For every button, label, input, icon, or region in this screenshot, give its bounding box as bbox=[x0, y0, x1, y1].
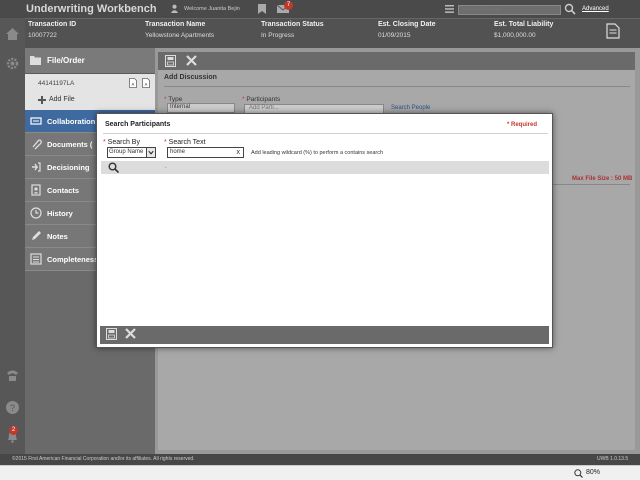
type-label-text: Type bbox=[168, 96, 183, 103]
menu-item-label: Contacts bbox=[47, 186, 80, 195]
zoom-level[interactable]: 80% bbox=[586, 469, 600, 476]
clock-icon bbox=[30, 207, 42, 219]
paperclip-icon bbox=[32, 139, 42, 150]
clear-icon[interactable]: x bbox=[237, 148, 241, 157]
search-content-input[interactable] bbox=[458, 5, 561, 15]
svg-text:A: A bbox=[132, 82, 135, 87]
notification-badge: 2 bbox=[9, 426, 18, 435]
collaboration-icon bbox=[30, 117, 42, 125]
type-label: * Type bbox=[164, 96, 182, 103]
add-discussion-title: Add Discussion bbox=[164, 74, 217, 81]
menu-item-label: Completeness bbox=[47, 255, 99, 264]
closing-date-label: Est. Closing Date bbox=[378, 21, 436, 28]
notes-icon bbox=[32, 231, 41, 240]
pdf-icon[interactable]: A bbox=[129, 78, 137, 88]
search-by-label: * Search By bbox=[103, 139, 140, 146]
closing-date: Est. Closing Date 01/09/2015 bbox=[378, 21, 436, 39]
divider bbox=[164, 86, 630, 87]
add-file-icon bbox=[38, 96, 46, 104]
svg-text:A: A bbox=[145, 82, 148, 87]
discussion-toolbar bbox=[158, 52, 635, 70]
phone-icon[interactable] bbox=[5, 368, 20, 383]
search-by-label-text: Search By bbox=[107, 139, 140, 146]
app-header: Underwriting Workbench Welcome Juanita B… bbox=[0, 0, 640, 48]
type-select[interactable]: Internal bbox=[167, 103, 235, 113]
checklist-icon bbox=[30, 253, 42, 265]
search-icon[interactable] bbox=[108, 162, 119, 173]
menu-icon[interactable] bbox=[445, 5, 454, 13]
transaction-name-label: Transaction Name bbox=[145, 21, 206, 28]
participants-label: * Participants bbox=[242, 96, 280, 103]
transaction-status-label: Transaction Status bbox=[261, 21, 324, 28]
max-file-size: Max File Size : 50 MB bbox=[572, 176, 633, 182]
search-participants-dialog: Search Participants * Required * Search … bbox=[96, 113, 553, 348]
advanced-search-link[interactable]: Advanced bbox=[582, 6, 609, 12]
document-icon[interactable] bbox=[606, 23, 620, 39]
participants-label-text: Participants bbox=[246, 96, 281, 103]
menu-item-label: History bbox=[47, 209, 73, 218]
copyright: ©2015 First American Financial Corporati… bbox=[12, 456, 195, 462]
search-by-select[interactable]: Group Name bbox=[107, 147, 156, 158]
required-note: * Required bbox=[507, 122, 538, 128]
transaction-status: Transaction Status In Progress bbox=[261, 21, 324, 39]
search-text-label: * Search Text bbox=[164, 139, 206, 146]
search-by-value: Group Name bbox=[109, 149, 144, 155]
transaction-summary: Transaction ID 10007722 Transaction Name… bbox=[0, 18, 640, 48]
home-icon[interactable] bbox=[5, 26, 20, 41]
search-people-link[interactable]: Search People bbox=[391, 105, 430, 111]
total-liability-label: Est. Total Liability bbox=[494, 21, 554, 28]
closing-date-value: 01/09/2015 bbox=[378, 32, 411, 39]
search-text-input[interactable]: home x bbox=[167, 147, 244, 158]
add-file-button[interactable]: Add File bbox=[49, 96, 75, 103]
menu-item-label: Collaboration bbox=[47, 117, 96, 126]
app-title: Underwriting Workbench bbox=[26, 3, 157, 15]
svg-text:?: ? bbox=[10, 403, 15, 413]
pdf-icon[interactable]: A bbox=[142, 78, 150, 88]
total-liability-value: $1,000,000.00 bbox=[494, 32, 536, 39]
file-order-panel: 44141197LA A A Add File bbox=[25, 74, 155, 110]
wildcard-hint: Add leading wildcard (%) to perform a co… bbox=[251, 150, 384, 156]
menu-item-label: Documents ( bbox=[47, 140, 93, 149]
menu-item-label: Decisioning bbox=[47, 163, 90, 172]
dialog-toolbar bbox=[100, 326, 549, 344]
file-order-header[interactable]: File/Order bbox=[25, 48, 155, 74]
folder-icon bbox=[30, 56, 41, 65]
transaction-id: Transaction ID 10007722 bbox=[28, 21, 76, 39]
divider bbox=[103, 133, 548, 134]
transaction-name-value: Yellowstone Apartments bbox=[145, 32, 215, 39]
mail-count-badge: 7 bbox=[284, 1, 293, 10]
close-icon[interactable] bbox=[186, 55, 197, 66]
search-text-value: home bbox=[170, 149, 186, 155]
save-icon[interactable] bbox=[165, 55, 176, 67]
file-order-label: File/Order bbox=[47, 56, 85, 65]
search-results-bar: . bbox=[101, 161, 549, 174]
gear-icon[interactable] bbox=[5, 56, 20, 71]
user-icon bbox=[170, 4, 179, 13]
version: UWB 1.0.13.5 bbox=[597, 456, 629, 462]
file-number[interactable]: 44141197LA bbox=[38, 80, 74, 87]
total-liability: Est. Total Liability $1,000,000.00 bbox=[494, 21, 553, 39]
close-icon[interactable] bbox=[125, 328, 136, 339]
results-placeholder: . bbox=[165, 164, 167, 170]
left-rail: ? 2 bbox=[0, 18, 25, 454]
save-icon[interactable] bbox=[106, 328, 117, 340]
welcome-text: Welcome Juanita Bejin bbox=[184, 6, 240, 12]
transaction-name: Transaction Name Yellowstone Apartments bbox=[145, 21, 214, 39]
zoom-icon[interactable] bbox=[574, 469, 583, 478]
search-icon[interactable] bbox=[564, 3, 576, 15]
decisioning-icon bbox=[32, 162, 41, 172]
help-icon[interactable]: ? bbox=[5, 400, 20, 415]
app-footer: ©2015 First American Financial Corporati… bbox=[0, 454, 640, 465]
transaction-id-label: Transaction ID bbox=[28, 21, 77, 28]
contacts-icon bbox=[31, 184, 41, 196]
dialog-title: Search Participants bbox=[105, 121, 171, 128]
browser-statusbar: 80% bbox=[0, 465, 640, 480]
menu-item-label: Notes bbox=[47, 232, 68, 241]
search-text-label-text: Search Text bbox=[168, 139, 206, 146]
transaction-id-value: 10007722 bbox=[28, 32, 57, 39]
chevron-down-icon[interactable] bbox=[146, 148, 155, 157]
bookmark-icon[interactable] bbox=[258, 4, 266, 14]
transaction-status-value: In Progress bbox=[261, 32, 295, 39]
